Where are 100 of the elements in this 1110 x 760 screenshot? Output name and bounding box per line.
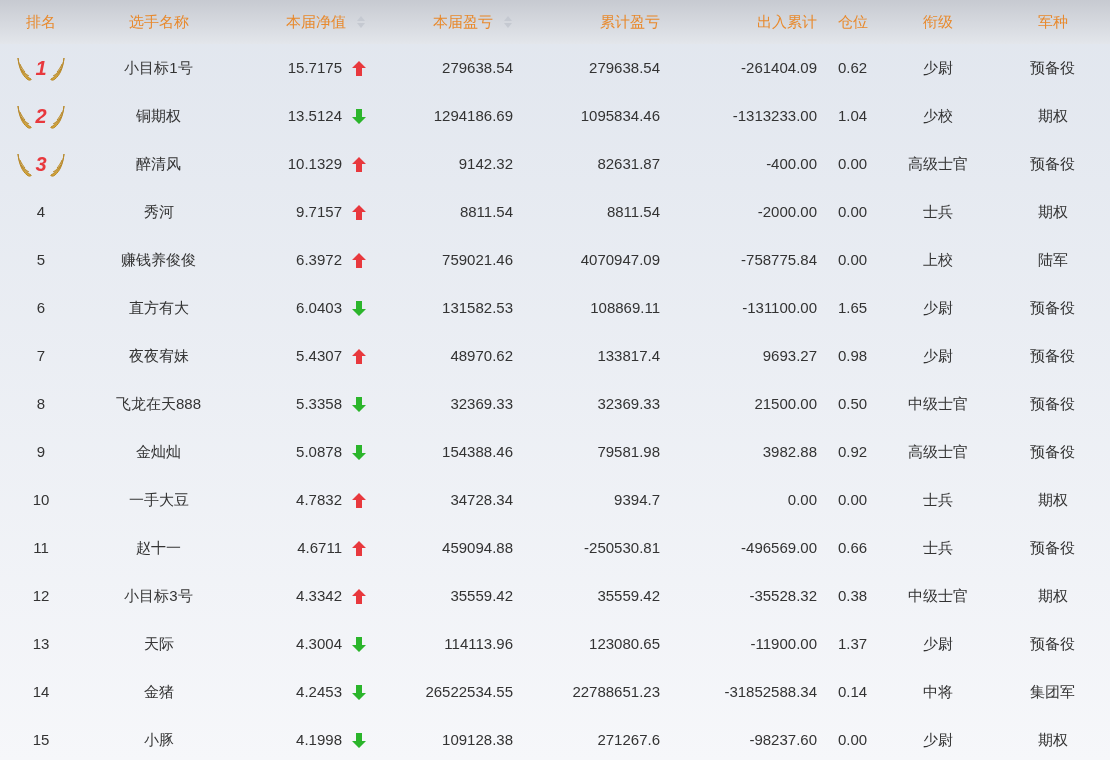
table-cell-text: 0.14 [837, 681, 868, 702]
table-cell-text: 759021.46 [442, 249, 513, 270]
table-cell-text: 22788651.23 [572, 681, 660, 702]
table-cell-text: 8811.54 [606, 201, 660, 222]
table-cell-text: 预备役 [1030, 297, 1075, 318]
column-header: 累计盈亏 [600, 11, 660, 32]
table-cell-text: 少尉 [922, 345, 953, 366]
table-cell-text: 期权 [1037, 489, 1068, 510]
player-name: 一手大豆 [128, 489, 189, 510]
rank-number: 9 [36, 441, 46, 462]
table-cell-text: 79581.98 [597, 441, 660, 462]
table-cell-text: 士兵 [922, 537, 953, 558]
player-name: 小豚 [143, 729, 174, 750]
table-cell-text: 预备役 [1030, 537, 1075, 558]
rank-number: 5 [36, 249, 46, 270]
table-cell-text: 高级士官 [907, 441, 968, 462]
table-cell-text: -2000.00 [757, 201, 817, 222]
column-header: 出入累计 [757, 11, 817, 32]
table-cell-text: 4.3004 [296, 633, 342, 654]
table-cell-text: -250530.81 [584, 537, 660, 558]
player-name: 赚钱养俊俊 [121, 249, 196, 270]
rank-number: 13 [32, 633, 50, 654]
table-cell-text: 35559.42 [597, 585, 660, 606]
table-cell-text: 32369.33 [450, 393, 513, 414]
table-cell-text: 0.00 [837, 729, 868, 750]
column-header: 本届盈亏 [433, 11, 493, 32]
table-cell-text: 少尉 [922, 57, 953, 78]
table-cell-text: 9693.27 [762, 345, 817, 366]
table-cell-text: 6.3972 [296, 249, 342, 270]
column-header: 本届净值 [286, 11, 346, 32]
table-cell-text: 0.50 [837, 393, 868, 414]
table-cell-text: 1294186.69 [433, 105, 513, 126]
rank-number: 14 [32, 681, 50, 702]
table-cell-text: 期权 [1037, 105, 1068, 126]
table-cell-text: 3982.88 [762, 441, 817, 462]
player-name: 天际 [143, 633, 174, 654]
table-cell-text: 期权 [1037, 585, 1068, 606]
table-cell-text: 预备役 [1030, 441, 1075, 462]
table-cell-text: 0.38 [837, 585, 868, 606]
player-name: 秀河 [143, 201, 174, 222]
table-cell-text: 陆军 [1037, 249, 1068, 270]
table-cell-text: 高级士官 [907, 153, 968, 174]
table-cell-text: 34728.34 [450, 489, 513, 510]
table-cell-text: -400.00 [766, 153, 817, 174]
table-cell-text: 8811.54 [459, 201, 513, 222]
wing-icon [48, 103, 65, 129]
table-cell-text: 6.0403 [296, 297, 342, 318]
table-cell-text: 0.92 [837, 441, 868, 462]
column-header: 仓位 [837, 11, 868, 32]
table-cell-text: -131100.00 [742, 297, 817, 318]
table-cell-text: 0.00 [787, 489, 817, 510]
table-cell-text: 少尉 [922, 297, 953, 318]
rank-number: 12 [32, 585, 50, 606]
table-cell-text: 5.3358 [296, 393, 342, 414]
table-cell-text: 4.2453 [296, 681, 342, 702]
table-cell-text: 114113.96 [444, 633, 513, 654]
table-cell-text: 4.3342 [296, 585, 342, 606]
table-cell-text: 预备役 [1030, 153, 1075, 174]
rank-number: 8 [36, 393, 46, 414]
rank-number: 11 [33, 537, 49, 558]
table-cell-text: 35559.42 [450, 585, 513, 606]
column-header: 排名 [26, 11, 56, 32]
player-name: 飞龙在天888 [116, 393, 201, 414]
player-name: 金灿灿 [136, 441, 181, 462]
table-cell-text: -31852588.34 [724, 681, 817, 702]
table-cell-text: 少校 [922, 105, 953, 126]
table-cell-text: 32369.33 [597, 393, 660, 414]
table-cell-text: 4.7832 [296, 489, 342, 510]
table-cell-text: 期权 [1037, 729, 1068, 750]
table-cell-text: 5.0878 [296, 441, 342, 462]
rank-medal: 3 [17, 149, 65, 179]
table-cell-text: -496569.00 [741, 537, 817, 558]
table-cell-text: 1095834.46 [580, 105, 660, 126]
table-cell-text: -1313233.00 [732, 105, 817, 126]
table-cell-text: 13.5124 [287, 105, 342, 126]
table-cell-text: 中级士官 [907, 393, 968, 414]
table-cell-text: 集团军 [1030, 681, 1075, 702]
table-cell-text: 279638.54 [589, 57, 660, 78]
table-cell-text: 459094.88 [442, 537, 513, 558]
table-cell-text: 271267.6 [597, 729, 660, 750]
table-cell-text: 0.00 [837, 201, 868, 222]
table-cell-text: -35528.32 [749, 585, 817, 606]
table-cell-text: 131582.53 [442, 297, 513, 318]
player-name: 小目标1号 [124, 57, 193, 78]
table-cell-text: -758775.84 [741, 249, 817, 270]
player-name: 小目标3号 [124, 585, 193, 606]
rank-medal: 1 [17, 53, 65, 83]
table-cell-text: 26522534.55 [425, 681, 513, 702]
table-cell-text: 9.7157 [296, 201, 342, 222]
table-cell-text: 48970.62 [450, 345, 513, 366]
table-cell-text: 0.98 [837, 345, 868, 366]
table-cell-text: 133817.4 [597, 345, 660, 366]
table-cell-text: 士兵 [922, 201, 953, 222]
table-cell-text: 5.4307 [296, 345, 342, 366]
table-cell-text: 中将 [922, 681, 953, 702]
table-cell-text: -98237.60 [749, 729, 817, 750]
player-name: 醉清风 [136, 153, 181, 174]
table-cell-text: 中级士官 [907, 585, 968, 606]
player-name: 直方有大 [128, 297, 189, 318]
rank-number: 6 [36, 297, 46, 318]
